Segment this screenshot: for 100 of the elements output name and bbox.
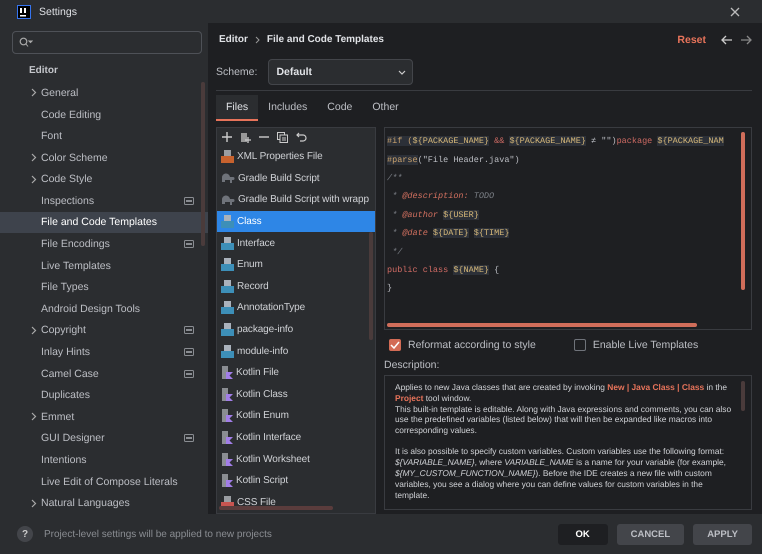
file-icon [221, 150, 234, 164]
code-editor[interactable]: #if (${PACKAGE_NAME} && ${PACKAGE_NAME} ≠ "")package ${PACKAGE_NAM #parse("File Header.java") /** * @description: TODO * @author ${USER} * @date ${DATE} ${TIME} */ public class ${NAME} { } [384, 127, 752, 330]
template-item[interactable]: Kotlin Class [217, 384, 375, 406]
template-item[interactable]: Kotlin Script [217, 470, 375, 492]
template-item[interactable]: XML Properties File [217, 146, 375, 168]
chevron-icon [254, 36, 260, 44]
sidebar-item[interactable]: Natural Languages [0, 492, 208, 514]
project-scope-icon [184, 434, 194, 442]
sidebar-item[interactable]: Inspections [0, 190, 208, 212]
tab[interactable]: Files [216, 95, 258, 121]
template-item[interactable]: Kotlin File [217, 362, 375, 384]
template-item[interactable]: Record [217, 276, 375, 298]
project-scope-icon [184, 240, 194, 248]
template-item[interactable]: Gradle Build Script with wrapp [217, 189, 375, 211]
description-text: It is also possible to specify custom variables. Custom variables use the following format: ${VARIABLE_NAME}, where VARIABLE_NAME is a name for your variable (for example, ${MY_CUSTOM_FUNCTION_NAME}). Before the IDE creates a new file with custom variables, you see a dialog where you can define values for custom variables in the template. [395, 446, 727, 500]
project-scope-icon [184, 326, 194, 334]
template-item[interactable]: AnnotationType [217, 297, 375, 319]
dropdown-caret-icon [398, 70, 406, 74]
tab[interactable]: Includes [258, 95, 318, 121]
description-text: Applies to new Java classes that are created by invoking New | Java Class | Class in the Project tool window. This built-in template is editable. Along with Java expressions and comments, you can also use the predefined variables (listed below) that will then be expanded like macros into corresponding values. [395, 382, 732, 436]
checkbox[interactable] [389, 339, 401, 351]
sidebar-item[interactable]: Code Editing [0, 104, 208, 126]
checkbox-label[interactable]: Reformat according to style [408, 339, 536, 351]
template-item[interactable]: Interface [217, 232, 375, 254]
cancel-button[interactable]: CANCEL [616, 524, 684, 544]
file-icon [221, 236, 234, 250]
tab[interactable]: Other [362, 95, 409, 121]
template-item[interactable]: Kotlin Worksheet [217, 448, 375, 470]
scrollbar[interactable] [219, 506, 333, 510]
copy-icon[interactable] [277, 132, 288, 142]
reset-link[interactable]: Reset [677, 34, 706, 46]
code-line: #parse("File Header.java") [387, 154, 521, 167]
template-item[interactable]: Kotlin Interface [217, 426, 375, 448]
code-line: #if (${PACKAGE_NAME} && ${PACKAGE_NAME} ≠ "")package ${PACKAGE_NAM [387, 135, 725, 148]
sidebar-item[interactable]: Camel Case [0, 362, 208, 384]
sidebar-item[interactable]: GUI Designer [0, 428, 208, 450]
checkbox[interactable] [574, 339, 586, 351]
kotlin-file-icon [221, 431, 233, 444]
sidebar-item[interactable]: Copyright [0, 320, 208, 342]
sidebar-item[interactable]: Duplicates [0, 384, 208, 406]
sidebar-item[interactable]: Font [0, 125, 208, 147]
project-scope-icon [184, 370, 194, 378]
sidebar-item[interactable]: Emmet [0, 406, 208, 428]
template-item[interactable]: Enum [217, 254, 375, 276]
description-label: Description: [384, 358, 440, 373]
forward-arrow-icon[interactable] [740, 34, 752, 44]
file-icon [221, 258, 234, 272]
checkbox-label[interactable]: Enable Live Templates [592, 339, 698, 351]
project-scope-icon [184, 196, 194, 205]
file-icon [221, 344, 234, 358]
sidebar-item[interactable]: File and Code Templates [0, 212, 208, 234]
sidebar-item[interactable]: General [0, 82, 208, 104]
footer-note: Project-level settings will be applied to new projects [44, 528, 272, 540]
sidebar-item[interactable]: Inlay Hints [0, 341, 208, 363]
breadcrumb-item[interactable]: Editor [219, 34, 248, 45]
kotlin-file-icon [221, 409, 233, 422]
sidebar-item[interactable]: Intentions [0, 449, 208, 471]
section-heading: Editor [28, 64, 59, 78]
app-logo-icon [17, 4, 31, 18]
ok-button[interactable]: OK [558, 524, 608, 544]
template-item[interactable]: module-info [217, 340, 375, 362]
scheme-label: Scheme: [216, 66, 258, 78]
tab[interactable]: Code [317, 95, 362, 121]
sidebar-item[interactable]: File Types [0, 276, 208, 298]
search-field[interactable] [12, 31, 202, 54]
undo-icon[interactable] [296, 132, 307, 142]
add-icon[interactable] [222, 132, 232, 142]
scrollbar[interactable] [741, 381, 745, 411]
code-line: * @author ${USER} [391, 208, 480, 222]
sidebar-item[interactable]: File Encodings [0, 233, 208, 255]
code-line: * @description: TODO [391, 190, 496, 204]
template-item[interactable]: Kotlin Enum [217, 405, 375, 427]
template-item[interactable]: Class [217, 210, 375, 232]
sidebar-item[interactable]: Android Design Tools [0, 298, 208, 320]
template-item[interactable]: package-info [217, 318, 375, 340]
code-line: * @date ${DATE} ${TIME} [391, 227, 510, 240]
sidebar-item[interactable]: Code Style [0, 168, 208, 190]
scrollbar[interactable] [741, 132, 745, 290]
kotlin-file-icon [221, 366, 233, 380]
add-child-icon[interactable] [240, 132, 251, 142]
back-arrow-icon[interactable] [721, 34, 733, 44]
scrollbar[interactable] [387, 323, 697, 327]
code-line: } [387, 282, 394, 296]
kotlin-file-icon [221, 452, 233, 466]
sidebar-item[interactable]: Color Scheme [0, 146, 208, 168]
apply-button[interactable]: APPLY [693, 524, 752, 544]
help-button[interactable]: ? [17, 526, 33, 542]
elephant-icon [221, 194, 235, 205]
file-icon [221, 301, 234, 314]
file-icon [221, 215, 234, 228]
file-icon [221, 323, 234, 336]
search-icon [19, 37, 33, 48]
template-item[interactable]: Gradle Build Script [217, 168, 375, 190]
sidebar-item[interactable]: Live Edit of Compose Literals [0, 470, 208, 492]
scheme-dropdown[interactable]: Default [268, 59, 414, 85]
close-icon[interactable] [730, 6, 740, 16]
project-scope-icon [184, 348, 194, 356]
sidebar-item[interactable]: Live Templates [0, 254, 208, 276]
file-icon [221, 280, 234, 293]
code-line: /** [387, 172, 404, 185]
